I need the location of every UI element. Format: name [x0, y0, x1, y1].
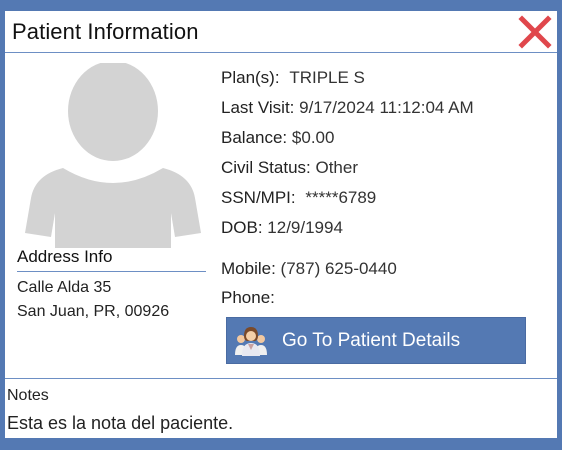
patients-group-icon	[235, 327, 267, 356]
balance-row: Balance: $0.00	[221, 128, 334, 148]
dob-row: DOB: 12/9/1994	[221, 218, 343, 238]
person-silhouette-icon	[25, 63, 201, 248]
go-button-label: Go To Patient Details	[282, 330, 461, 351]
plans-row: Plan(s): TRIPLE S	[221, 68, 365, 88]
notes-divider	[5, 378, 557, 379]
ssn-row: SSN/MPI: *****6789	[221, 188, 376, 208]
notes-text: Esta es la nota del paciente.	[7, 413, 234, 433]
mobile-label: Mobile:	[221, 259, 276, 278]
go-to-patient-details-button[interactable]: Go To Patient Details	[226, 317, 526, 364]
ssn-value: *****6789	[305, 188, 377, 207]
dob-label: DOB:	[221, 218, 263, 237]
ssn-label: SSN/MPI:	[221, 188, 296, 207]
title-bar: Patient Information	[5, 11, 557, 53]
phone-label: Phone:	[221, 288, 275, 307]
notes-heading: Notes	[7, 387, 49, 404]
address-divider	[17, 271, 206, 272]
last-visit-row: Last Visit: 9/17/2024 11:12:04 AM	[221, 98, 474, 118]
balance-label: Balance:	[221, 128, 288, 147]
phone-row: Phone:	[221, 288, 275, 308]
dialog-title: Patient Information	[12, 19, 199, 44]
balance-value: $0.00	[291, 128, 335, 147]
civil-status-label: Civil Status:	[221, 158, 311, 177]
close-button[interactable]	[517, 14, 553, 50]
civil-status-value: Other	[315, 158, 359, 177]
last-visit-value: 9/17/2024 11:12:04 AM	[299, 98, 474, 117]
plans-label: Plan(s):	[221, 68, 280, 87]
mobile-value: (787) 625-0440	[280, 259, 397, 278]
close-x-icon	[518, 15, 552, 49]
last-visit-label: Last Visit:	[221, 98, 295, 117]
mobile-row: Mobile: (787) 625-0440	[221, 259, 397, 279]
address-info-heading: Address Info	[17, 247, 113, 266]
civil-status-row: Civil Status: Other	[221, 158, 358, 178]
plans-value: TRIPLE S	[289, 68, 365, 87]
patient-info-dialog: Patient Information Address Info Calle A…	[5, 11, 557, 438]
address-line-2: San Juan, PR, 00926	[17, 303, 170, 320]
address-line-1: Calle Alda 35	[17, 279, 112, 296]
dob-value: 12/9/1994	[267, 218, 343, 237]
